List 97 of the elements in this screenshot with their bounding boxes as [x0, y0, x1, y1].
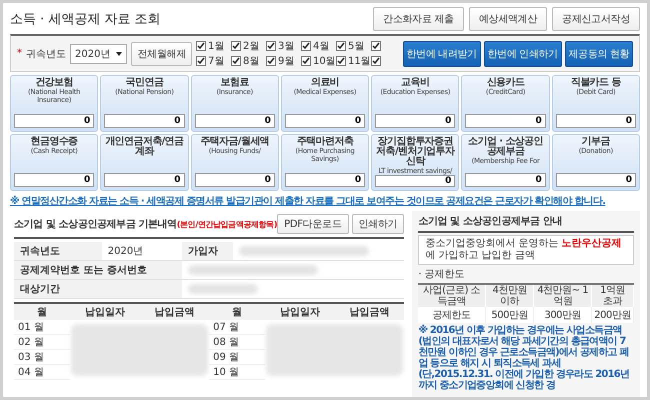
table-header: 4천만원 이하 — [486, 284, 534, 307]
amount-field[interactable]: 0 — [556, 173, 636, 187]
card-title: 개인연금저축/연금계좌 — [104, 137, 185, 157]
month-checkbox[interactable] — [300, 41, 311, 51]
card-title: 건강보험 — [35, 78, 73, 88]
month-label: 9월 — [278, 55, 294, 68]
amount-field[interactable]: 0 — [104, 173, 185, 187]
amount-field[interactable]: 0 — [104, 114, 185, 128]
blurred-area — [188, 284, 258, 294]
limit-label: · 공제한도 — [418, 268, 466, 281]
section-title: 소기업 및 소상공인공제부금 기본내역(본인/연간납입금액공제항목) — [14, 218, 278, 231]
amount-field[interactable]: 0 — [14, 173, 94, 187]
month-label: 3월 — [278, 40, 294, 53]
month-checkbox[interactable] — [266, 41, 276, 51]
month-cell: 02 월 — [14, 334, 70, 350]
header-button[interactable]: 예상세액계산 — [468, 7, 548, 31]
month-cell: 08 월 — [209, 334, 266, 350]
month-label: 11월 — [348, 55, 371, 68]
month-checkbox[interactable] — [336, 56, 346, 66]
column-header: 납입금액 — [140, 303, 210, 320]
month-checkbox[interactable] — [266, 56, 276, 66]
table-cell: 300만원 — [534, 307, 592, 323]
card-title: 교육비 — [401, 78, 430, 88]
amount-field[interactable]: 0 — [284, 173, 366, 187]
month-checkbox[interactable] — [336, 41, 346, 51]
card-title: 신용카드 — [486, 78, 524, 88]
page-title: 소득 · 세액공제 자료 조회 — [10, 11, 161, 28]
amount-field[interactable]: 0 — [465, 114, 546, 128]
card-title: 직불카드 등 — [570, 78, 621, 88]
section-title: 소기업 및 소상공인공제부금 안내 — [418, 215, 562, 228]
amount-field[interactable]: 0 — [284, 114, 366, 128]
month-checkbox[interactable] — [370, 56, 381, 66]
amount-field[interactable]: 0 — [375, 175, 456, 187]
month-checkbox[interactable] — [196, 56, 206, 66]
notice-link[interactable]: ※ 연말정산간소화 자료는 소득 · 세액공제 증명서류 발급기관이 제출한 자료를 그대로 보여주는 것이므로 공제요건은 근로자가 확인해야 합니다. — [10, 194, 640, 208]
column-header: 납입일자 — [70, 303, 140, 320]
caret-icon — [116, 52, 122, 56]
amount-field[interactable]: 0 — [194, 114, 275, 128]
table-cell: 200만원 — [592, 307, 634, 323]
card-title: 현금영수증 — [30, 137, 78, 147]
month-label: 7월 — [208, 55, 224, 68]
month-label: 10월 — [312, 55, 336, 68]
clear-months-button[interactable]: 전체월해제 — [131, 42, 192, 66]
month-label: 2월 — [242, 40, 260, 53]
table-cell: 500만원 — [486, 307, 534, 323]
card-title: 의료비 — [310, 78, 340, 88]
required-mark: * — [17, 48, 22, 59]
month-cell: 01 월 — [14, 320, 70, 334]
month-checkbox[interactable] — [196, 41, 206, 51]
table-header: 1억원 초과 — [592, 284, 634, 307]
column-header: 납입금액 — [334, 303, 404, 320]
month-checkbox[interactable] — [370, 41, 381, 51]
card-title: 장기집합투자증권저축/벤처기업투자신탁 — [375, 137, 456, 167]
action-button[interactable]: 한번에 내려받기 — [402, 40, 481, 66]
table-header: 사업(근로) 소득금액 — [418, 284, 486, 307]
field-label: 귀속년도 — [14, 242, 102, 260]
section-button[interactable]: PDF다운로드 — [277, 214, 348, 234]
month-cell: 07 월 — [209, 320, 266, 334]
field-label: 공제계약번호 또는 증서번호 — [14, 260, 182, 280]
month-checkbox[interactable] — [300, 56, 311, 66]
amount-field[interactable]: 0 — [556, 114, 636, 128]
table-header: 4천만원~ 1억원 — [534, 284, 592, 307]
month-checkbox[interactable] — [230, 41, 241, 51]
column-header: 월 — [209, 303, 266, 320]
amount-field[interactable]: 0 — [465, 173, 546, 187]
month-cell: 03 월 — [14, 350, 70, 364]
month-label: 5월 — [348, 40, 364, 53]
card-title: 주택자금/월세액 — [200, 137, 270, 147]
field-label: 가입자 — [182, 242, 233, 260]
month-checkbox[interactable] — [230, 56, 241, 66]
card-title: 소기업 · 소상공인 공제부금 — [467, 137, 544, 157]
note-text: ※ 2016년 이후 가입하는 경우에는 사업소득금액(법인의 대표자로서 해당 과세기간의 총급여액이 7천만원 이하인 경우 근로소득금액)에서 공제하고 폐업 등으로 해지 시 퇴직소득세 과세 (단,2015.12.31. 이전에 가입한 경우라도 2016년까지 중소기업중앙회에 신청한 경 — [418, 325, 630, 391]
action-button[interactable]: 한번에 인쇄하기 — [484, 40, 562, 66]
card-title: 보험료 — [220, 78, 249, 88]
table-cell: 공제한도 — [418, 307, 486, 323]
month-label: 8월 — [242, 55, 260, 68]
month-label: 1월 — [208, 40, 224, 53]
amount-field[interactable]: 0 — [375, 114, 456, 128]
field-label: 대상기간 — [14, 280, 182, 298]
header-button[interactable]: 공제신고서작성 — [552, 7, 640, 31]
action-button[interactable]: 제공동의 현황 — [564, 40, 633, 66]
section-button[interactable]: 인쇄하기 — [352, 214, 404, 234]
info-text: 중소기업중앙회에서 운영하는 노란우산공제에 가입하고 납입한 금액 — [425, 238, 622, 261]
card-title: 기부금 — [582, 137, 610, 147]
year-select[interactable]: 2020년 — [70, 44, 128, 64]
column-header: 월 — [14, 303, 70, 320]
card-title: 국민연금 — [126, 78, 164, 88]
amount-field[interactable]: 0 — [14, 114, 94, 128]
month-cell: 09 월 — [209, 350, 266, 364]
card-title: 주택마련저축 — [296, 137, 354, 147]
month-cell: 10 월 — [209, 364, 266, 380]
month-cell: 04 월 — [14, 364, 70, 380]
header-button[interactable]: 간소화자료 제출 — [373, 7, 464, 31]
amount-field[interactable]: 0 — [194, 173, 275, 187]
year-label: 귀속년도 — [26, 48, 66, 60]
column-header: 납입일자 — [265, 303, 335, 320]
month-label: 4월 — [312, 40, 330, 53]
